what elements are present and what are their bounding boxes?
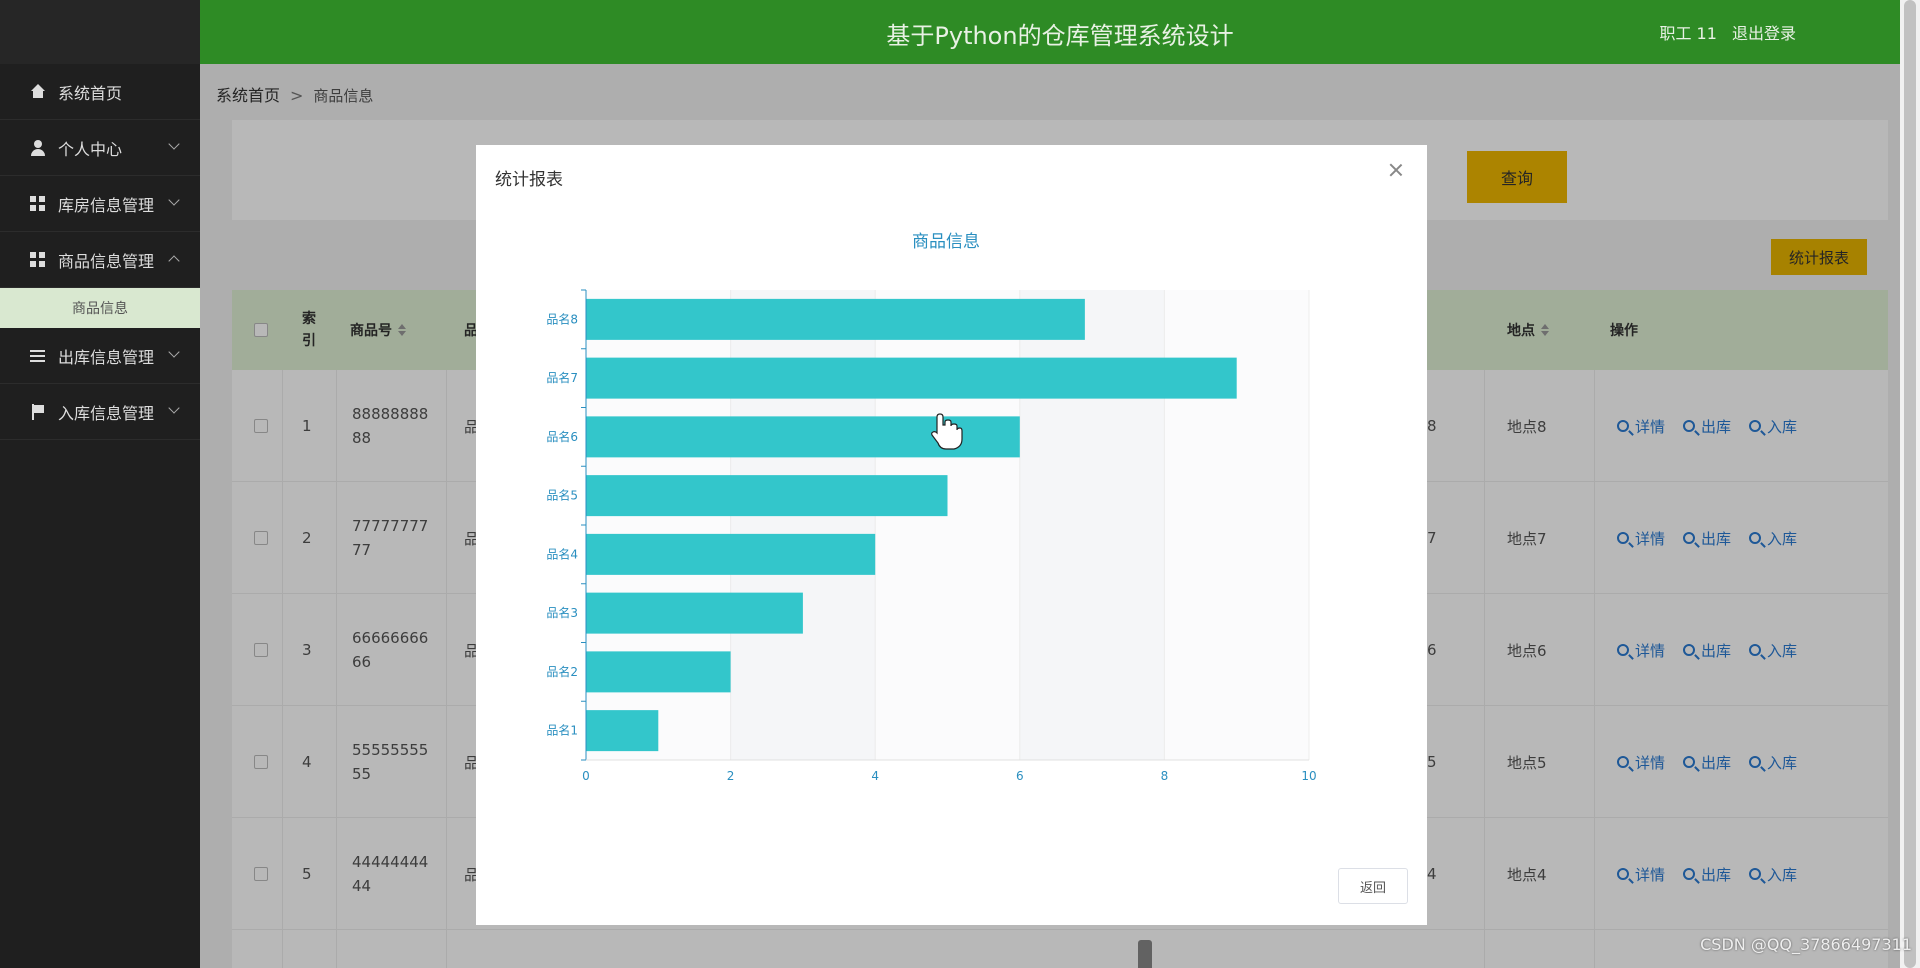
flag-icon [30,403,46,420]
sidebar-item-label: 入库信息管理 [58,403,155,423]
y-tick-label: 品名2 [546,664,578,679]
y-tick-label: 品名3 [546,605,578,620]
chevron-down-icon [168,402,180,414]
logout-link[interactable]: 退出登录 [1732,24,1796,43]
scrollbar[interactable] [1900,0,1920,968]
return-button[interactable]: 返回 [1338,868,1408,904]
scrollbar-thumb[interactable] [1904,0,1916,968]
bar-品名5 [586,475,948,517]
x-tick-label: 4 [871,769,879,783]
report-dialog: 统计报表 商品信息 品名1 品名2 品名3 品名4 品名5 品名6 品名7 品名8 0 2 4 6 8 10… [476,145,1427,925]
user-area: 职工 11 退出登录 [1649,20,1796,44]
chevron-down-icon [168,346,180,358]
sidebar-item-label: 库房信息管理 [58,195,155,215]
chevron-down-icon [168,138,180,150]
sidebar-item-label: 商品信息管理 [58,251,155,271]
bar-品名3 [586,592,803,634]
y-tick-label: 品名8 [546,311,578,326]
sidebar-item-label: 系统首页 [58,83,123,103]
y-tick-label: 品名1 [546,723,578,738]
y-tick-label: 品名5 [546,488,578,503]
grid-icon [30,251,46,268]
chevron-down-icon [168,194,180,206]
sidebar-item-goods[interactable]: 商品信息管理 [0,232,200,288]
bar-品名8 [586,298,1085,340]
sidebar-item-warehouse[interactable]: 库房信息管理 [0,176,200,232]
sidebar-item-home[interactable]: 系统首页 [0,64,200,120]
sidebar-item-label: 出库信息管理 [58,347,155,367]
sidebar-subitem-goods-info[interactable]: 商品信息 [0,288,200,328]
y-tick-label: 品名4 [546,546,578,561]
x-tick-label: 6 [1016,769,1024,783]
y-tick-label: 品名6 [546,429,578,444]
y-tick-label: 品名7 [546,370,578,385]
chart-title: 商品信息 [912,232,980,252]
sidebar: 系统首页 个人中心 库房信息管理 商品信息管理 商品信息 出库信息管理 入库信息… [0,0,200,968]
x-tick-label: 0 [582,769,590,783]
bar-品名4 [586,533,876,575]
list-icon [30,347,46,364]
top-header: 基于Python的仓库管理系统设计 职工 11 退出登录 [200,0,1920,64]
sidebar-top [0,0,200,64]
sidebar-item-personal[interactable]: 个人中心 [0,120,200,176]
x-tick-label: 10 [1301,769,1316,783]
user-icon [30,139,46,156]
sidebar-item-outbound[interactable]: 出库信息管理 [0,328,200,384]
sidebar-item-label: 个人中心 [58,139,123,159]
grid-icon [30,195,46,212]
home-icon [30,83,46,100]
user-name: 职工 11 [1659,24,1717,43]
sidebar-item-inbound[interactable]: 入库信息管理 [0,384,200,440]
watermark: CSDN @QQ_37866497311 [1700,935,1912,954]
bar-品名2 [586,651,731,693]
x-tick-label: 2 [727,769,735,783]
bar-chart: 商品信息品名1 品名2 品名3 品名4 品名5 品名6 品名7 品名8 0 2 4 6 8 10 [546,232,1316,783]
bar-品名7 [586,357,1237,399]
chevron-up-icon [168,255,180,267]
bar-品名1 [586,710,659,752]
x-tick-label: 8 [1161,769,1169,783]
